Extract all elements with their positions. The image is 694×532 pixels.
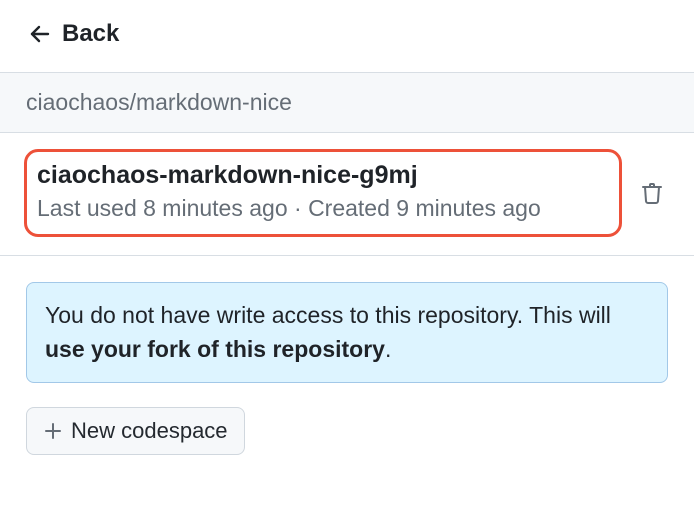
codespace-created: Created 9 minutes ago bbox=[308, 195, 541, 221]
codespace-meta: Last used 8 minutes ago · Created 9 minu… bbox=[37, 193, 607, 224]
repository-path-bar: ciaochaos/markdown-nice bbox=[0, 72, 694, 133]
fork-notice-text-1: You do not have write access to this rep… bbox=[45, 302, 611, 328]
fork-notice-bold: use your fork of this repository bbox=[45, 336, 385, 362]
new-codespace-label: New codespace bbox=[71, 418, 228, 444]
fork-notice: You do not have write access to this rep… bbox=[26, 282, 668, 383]
new-codespace-button[interactable]: New codespace bbox=[26, 407, 245, 455]
back-label: Back bbox=[62, 20, 119, 48]
new-codespace-row: New codespace bbox=[0, 383, 694, 455]
repository-path[interactable]: ciaochaos/markdown-nice bbox=[26, 89, 292, 115]
header: Back bbox=[0, 0, 694, 72]
meta-separator: · bbox=[288, 195, 308, 221]
fork-notice-text-2: . bbox=[385, 336, 391, 362]
info-section: You do not have write access to this rep… bbox=[0, 256, 694, 383]
plus-icon bbox=[43, 421, 63, 441]
codespace-last-used: Last used 8 minutes ago bbox=[37, 195, 288, 221]
codespace-name: ciaochaos-markdown-nice-g9mj bbox=[37, 160, 607, 191]
trash-icon bbox=[640, 181, 664, 205]
delete-codespace-button[interactable] bbox=[634, 175, 670, 211]
codespace-list-item: ciaochaos-markdown-nice-g9mj Last used 8… bbox=[0, 133, 694, 256]
arrow-left-icon bbox=[28, 22, 52, 46]
codespace-card[interactable]: ciaochaos-markdown-nice-g9mj Last used 8… bbox=[24, 149, 622, 237]
back-button[interactable]: Back bbox=[26, 14, 121, 54]
